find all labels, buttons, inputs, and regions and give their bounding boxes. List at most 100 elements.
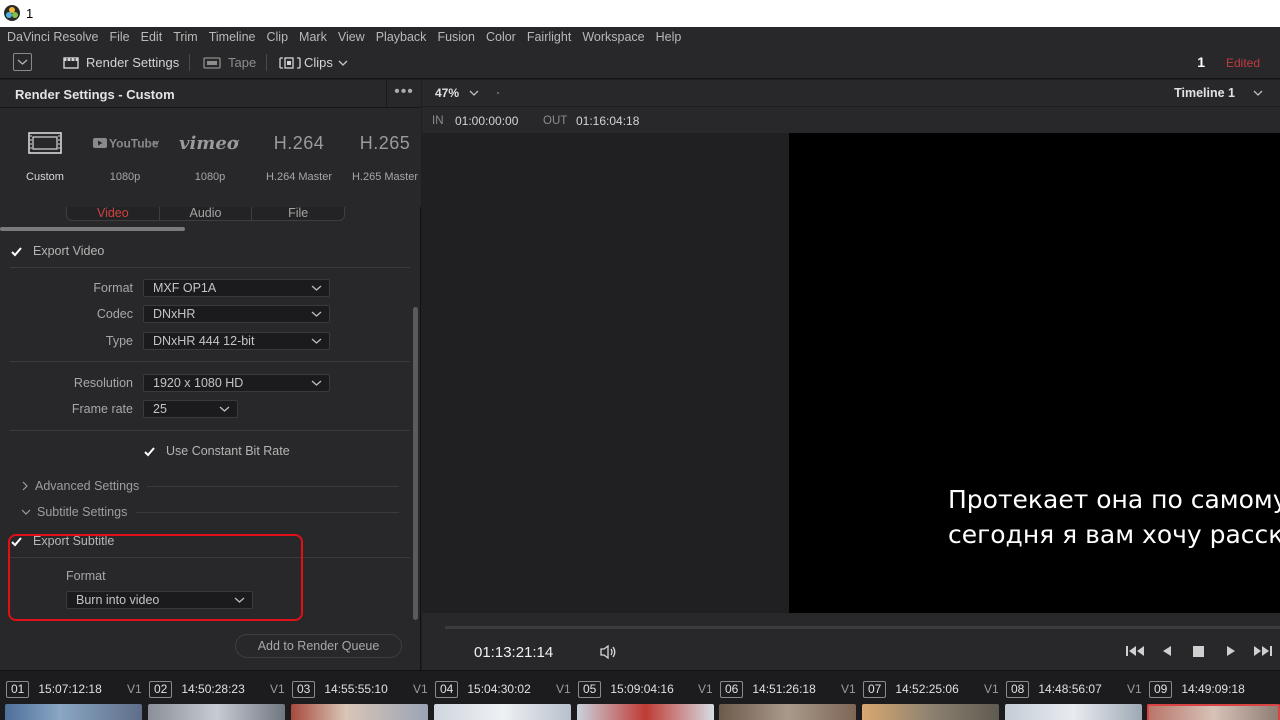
clips-label: Clips — [304, 55, 333, 70]
clip-thumbnail[interactable] — [577, 704, 714, 720]
clip-item[interactable]: 09 14:49:09:18 — [1149, 680, 1245, 698]
clips-icon — [278, 56, 302, 70]
clip-thumbnail[interactable] — [5, 704, 142, 720]
clip-item[interactable]: 01 15:07:12:18 — [6, 680, 102, 698]
play-reverse-icon[interactable] — [1160, 643, 1174, 659]
type-select[interactable]: DNxHR 444 12-bit — [143, 332, 330, 350]
clip-item[interactable]: 06 14:51:26:18 — [720, 680, 816, 698]
menu-fairlight[interactable]: Fairlight — [527, 30, 571, 44]
clip-thumbnail[interactable] — [148, 704, 285, 720]
render-icon — [63, 56, 79, 70]
advanced-settings-expander[interactable]: Advanced Settings — [21, 479, 139, 493]
preset-vimeo[interactable]: vimeo 1080p — [168, 108, 252, 207]
clip-thumbnail-selected[interactable] — [1147, 704, 1280, 720]
subtitle-settings-label: Subtitle Settings — [37, 505, 128, 519]
volume-icon[interactable] — [599, 644, 617, 660]
frame-rate-select[interactable]: 25 — [143, 400, 238, 418]
clip-item[interactable]: 04 15:04:30:02 — [435, 680, 531, 698]
clip-track: V1 — [413, 682, 428, 696]
window-title: 1 — [26, 6, 34, 21]
preset-label: H.265 Master — [351, 171, 419, 183]
clip-item[interactable]: 03 14:55:55:10 — [292, 680, 388, 698]
menu-file[interactable]: File — [109, 30, 129, 44]
checkmark-icon — [143, 445, 156, 458]
clip-thumbnail[interactable] — [291, 704, 428, 720]
resolution-select[interactable]: 1920 x 1080 HD — [143, 374, 330, 392]
chevron-down-icon — [17, 59, 28, 65]
menu-davinci-resolve[interactable]: DaVinci Resolve — [7, 30, 98, 44]
chevron-down-icon[interactable] — [1253, 89, 1263, 97]
clip-item[interactable]: 07 14:52:25:06 — [863, 680, 959, 698]
subtitle-line: Протекает она по самому — [948, 485, 1280, 514]
constant-bit-rate-checkbox[interactable]: Use Constant Bit Rate — [143, 444, 290, 458]
video-viewer[interactable]: Протекает она по самому сегодня я вам хо… — [422, 133, 1280, 613]
clip-item[interactable]: 08 14:48:56:07 — [1006, 680, 1102, 698]
menu-playback[interactable]: Playback — [376, 30, 427, 44]
tape-button[interactable]: Tape — [203, 46, 256, 79]
tab-audio[interactable]: Audio — [160, 207, 253, 220]
menu-trim[interactable]: Trim — [173, 30, 198, 44]
panel-scrollbar[interactable] — [413, 307, 418, 620]
render-settings-button[interactable]: Render Settings — [63, 46, 179, 79]
menu-workspace[interactable]: Workspace — [582, 30, 644, 44]
clip-number: 04 — [435, 680, 459, 698]
clip-number: 09 — [1149, 680, 1173, 698]
chevron-down-icon — [311, 311, 322, 317]
clip-track: V1 — [984, 682, 999, 696]
scrubber-bar[interactable] — [445, 626, 1280, 629]
clips-button[interactable]: Clips — [278, 46, 348, 79]
chevron-down-icon[interactable] — [469, 89, 479, 97]
preset-h265-master[interactable]: H.265 H.265 Master — [343, 108, 427, 207]
export-video-checkbox[interactable]: Export Video — [10, 244, 104, 258]
panel-options-button[interactable]: ••• — [386, 80, 421, 108]
clip-thumbnail[interactable] — [719, 704, 856, 720]
skip-to-end-icon[interactable] — [1253, 643, 1273, 659]
out-timecode[interactable]: 01:16:04:18 — [576, 114, 639, 128]
add-to-render-queue-button[interactable]: Add to Render Queue — [235, 634, 402, 658]
skip-to-start-icon[interactable] — [1125, 643, 1145, 659]
menu-view[interactable]: View — [338, 30, 365, 44]
stop-icon[interactable] — [1191, 643, 1207, 659]
preset-custom[interactable]: Custom — [3, 108, 87, 207]
clip-number: 05 — [578, 680, 602, 698]
clip-timecode: 15:09:04:16 — [610, 682, 674, 696]
youtube-icon: YouTube — [93, 137, 159, 151]
tab-video[interactable]: Video — [67, 207, 160, 220]
clip-timecode: 14:48:56:07 — [1038, 682, 1102, 696]
subtitle-settings-expander[interactable]: Subtitle Settings — [21, 505, 127, 519]
clip-track: V1 — [1127, 682, 1142, 696]
timeline-selector[interactable]: Timeline 1 — [1174, 86, 1235, 100]
format-value: MXF OP1A — [153, 281, 217, 295]
clip-thumbnail[interactable] — [1005, 704, 1142, 720]
clip-timecode: 15:04:30:02 — [467, 682, 531, 696]
menu-mark[interactable]: Mark — [299, 30, 327, 44]
panel-toggle-button[interactable] — [13, 53, 32, 71]
menu-color[interactable]: Color — [486, 30, 516, 44]
zoom-level[interactable]: 47% — [435, 86, 459, 100]
menu-clip[interactable]: Clip — [267, 30, 289, 44]
preset-youtube[interactable]: YouTube 1080p — [83, 108, 167, 207]
format-select[interactable]: MXF OP1A — [143, 279, 330, 297]
menu-edit[interactable]: Edit — [141, 30, 163, 44]
in-timecode[interactable]: 01:00:00:00 — [455, 114, 518, 128]
presets-scrollbar[interactable] — [0, 227, 185, 231]
clip-thumbnail[interactable] — [862, 704, 999, 720]
clip-item[interactable]: 05 15:09:04:16 — [578, 680, 674, 698]
video-frame: Протекает она по самому сегодня я вам хо… — [789, 133, 1280, 613]
clip-item[interactable]: 02 14:50:28:23 — [149, 680, 245, 698]
menu-help[interactable]: Help — [656, 30, 682, 44]
preset-h264-master[interactable]: H.264 H.264 Master — [257, 108, 341, 207]
youtube-logo-text: YouTube — [109, 137, 159, 151]
render-settings-label: Render Settings — [86, 55, 180, 70]
clip-thumbnail[interactable] — [434, 704, 571, 720]
play-icon[interactable] — [1224, 643, 1238, 659]
type-value: DNxHR 444 12-bit — [153, 334, 255, 348]
menu-fusion[interactable]: Fusion — [437, 30, 475, 44]
tab-file[interactable]: File — [252, 207, 344, 220]
advanced-settings-label: Advanced Settings — [35, 479, 140, 493]
in-out-bar: IN 01:00:00:00 OUT 01:16:04:18 — [422, 106, 1280, 133]
codec-select[interactable]: DNxHR — [143, 305, 330, 323]
menu-timeline[interactable]: Timeline — [209, 30, 256, 44]
tape-icon — [203, 56, 221, 69]
toolbar-divider — [266, 54, 267, 71]
